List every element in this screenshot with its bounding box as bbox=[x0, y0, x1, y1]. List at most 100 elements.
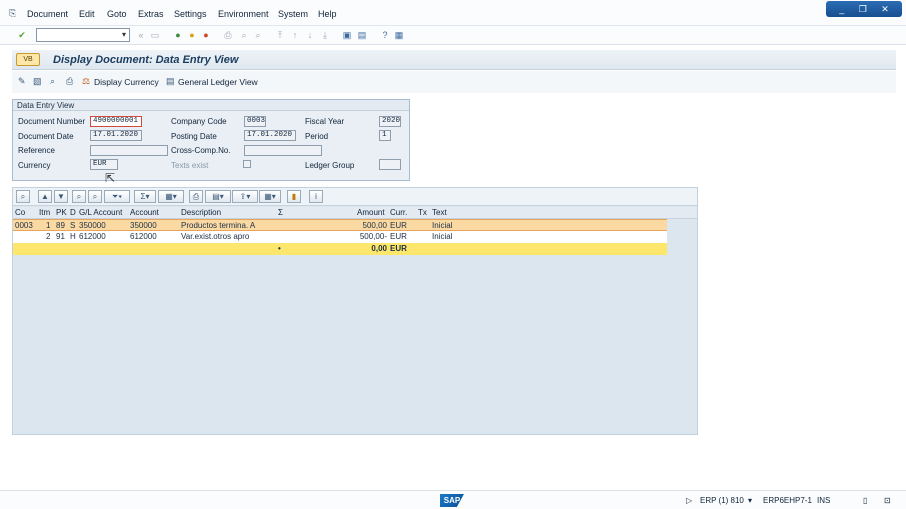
input-mode[interactable]: INS bbox=[817, 496, 830, 505]
document-number-label: Document Number bbox=[18, 117, 86, 126]
menu-extras[interactable]: Extras bbox=[138, 9, 164, 19]
currency-label: Currency bbox=[18, 161, 51, 170]
menu-goto[interactable]: Goto bbox=[107, 9, 127, 19]
sort-ascending-icon[interactable]: ▲ bbox=[38, 190, 52, 203]
details-icon[interactable]: ⌕ bbox=[16, 190, 30, 203]
posting-date-label: Posting Date bbox=[171, 132, 217, 141]
back-icon[interactable]: ● bbox=[172, 29, 184, 41]
texts-exist-checkbox[interactable] bbox=[243, 160, 251, 168]
layout-icon[interactable]: ▦ bbox=[393, 29, 405, 41]
cancel-icon[interactable]: ● bbox=[200, 29, 212, 41]
prev-page-icon[interactable]: ↑ bbox=[289, 29, 301, 41]
command-field[interactable]: ▾ bbox=[36, 28, 130, 42]
col-text[interactable]: Text bbox=[432, 208, 447, 217]
chevron-down-icon[interactable]: ▾ bbox=[122, 30, 126, 39]
currency-field[interactable]: EUR bbox=[90, 159, 118, 170]
col-gl-account[interactable]: G/L Account bbox=[79, 208, 122, 217]
print-grid-icon[interactable]: ⎙ bbox=[189, 190, 203, 203]
ledger-group-label: Ledger Group bbox=[305, 161, 355, 170]
col-description[interactable]: Description bbox=[181, 208, 221, 217]
graphic-icon[interactable]: ▮ bbox=[287, 190, 301, 203]
subtotal-icon[interactable]: ▦▾ bbox=[158, 190, 184, 203]
save-icon[interactable]: ▭ bbox=[149, 29, 161, 41]
ledger-group-field[interactable] bbox=[379, 159, 401, 170]
shortcut-icon[interactable]: ▤ bbox=[356, 29, 368, 41]
posting-date-field[interactable]: 17.01.2020 bbox=[244, 130, 296, 141]
status-bar: SAP ▷ ERP (1) 810 ▾ ERP6EHP7-1 INS ▯ ⊡ bbox=[0, 490, 906, 509]
play-icon[interactable]: ▷ bbox=[686, 496, 692, 505]
col-curr[interactable]: Curr. bbox=[390, 208, 407, 217]
document-type-icon[interactable]: VB bbox=[16, 53, 40, 66]
cross-comp-field[interactable] bbox=[244, 145, 322, 156]
print-icon[interactable]: ⎙ bbox=[222, 29, 234, 41]
menu-system[interactable]: System bbox=[278, 9, 308, 19]
chevron-down-icon[interactable]: ▾ bbox=[748, 496, 752, 505]
ledger-view-icon[interactable]: ▤ bbox=[166, 76, 175, 87]
col-tx[interactable]: Tx bbox=[418, 208, 427, 217]
views-icon[interactable]: ▤▾ bbox=[205, 190, 231, 203]
col-co[interactable]: Co bbox=[15, 208, 25, 217]
find-next-grid-icon[interactable]: ⌕ bbox=[88, 190, 102, 203]
enter-icon[interactable]: ✔ bbox=[16, 29, 28, 41]
document-date-field[interactable]: 17.01.2020 bbox=[90, 130, 142, 141]
panel-header: Data Entry View bbox=[13, 100, 409, 111]
col-sigma[interactable]: Σ bbox=[278, 208, 283, 217]
display-currency-icon[interactable]: ⚖ bbox=[82, 76, 90, 87]
sap-logo: SAP bbox=[440, 494, 464, 507]
find-icon[interactable]: ⌕ bbox=[238, 29, 250, 41]
system-info[interactable]: ERP (1) 810 bbox=[700, 496, 744, 505]
col-account[interactable]: Account bbox=[130, 208, 159, 217]
reference-field[interactable] bbox=[90, 145, 168, 156]
menu-edit[interactable]: Edit bbox=[79, 9, 95, 19]
restore-icon[interactable]: ❐ bbox=[859, 4, 867, 14]
close-icon[interactable]: ✕ bbox=[881, 4, 889, 14]
other-document-icon[interactable]: ▧ bbox=[33, 76, 42, 87]
period-field[interactable]: 1 bbox=[379, 130, 391, 141]
next-page-icon[interactable]: ↓ bbox=[304, 29, 316, 41]
print-doc-icon[interactable]: ⎙ bbox=[66, 76, 73, 87]
find-next-icon[interactable]: ⌕ bbox=[252, 29, 264, 41]
sum-icon[interactable]: Σ▾ bbox=[134, 190, 156, 203]
export-icon[interactable]: ⇪▾ bbox=[232, 190, 258, 203]
menu-bar: ⎘ Document Edit Goto Extras Settings Env… bbox=[0, 0, 906, 26]
system-menu-icon[interactable]: ⎘ bbox=[9, 8, 16, 19]
mouse-cursor-icon: ⇱ bbox=[105, 171, 116, 185]
new-session-icon[interactable]: ▣ bbox=[341, 29, 353, 41]
line-items-grid: ⌕ ▲ ▼ ⌕ ⌕ ⏷▾ Σ▾ ▦▾ ⎙ ▤▾ ⇪▾ ▦▾ ▮ i Co Itm… bbox=[12, 187, 698, 435]
texts-exist-label: Texts exist bbox=[171, 161, 209, 170]
window-controls: _ ❐ ✕ bbox=[826, 1, 902, 17]
fiscal-year-field[interactable]: 2020 bbox=[379, 116, 401, 127]
lock-icon[interactable]: ⊡ bbox=[884, 496, 891, 505]
menu-help[interactable]: Help bbox=[318, 9, 337, 19]
col-d[interactable]: D bbox=[70, 208, 76, 217]
page-title: Display Document: Data Entry View bbox=[53, 54, 239, 66]
layout-grid-icon[interactable]: ▦▾ bbox=[259, 190, 281, 203]
menu-document[interactable]: Document bbox=[27, 9, 68, 19]
company-code-field[interactable]: 0003 bbox=[244, 116, 266, 127]
server-name: ERP6EHP7-1 bbox=[763, 496, 812, 505]
history-icon[interactable]: « bbox=[135, 29, 147, 41]
col-amount[interactable]: Amount bbox=[357, 208, 385, 217]
menu-settings[interactable]: Settings bbox=[174, 9, 207, 19]
sort-descending-icon[interactable]: ▼ bbox=[54, 190, 68, 203]
minimize-icon[interactable]: _ bbox=[839, 4, 844, 14]
info-icon[interactable]: i bbox=[309, 190, 323, 203]
col-pk[interactable]: PK bbox=[56, 208, 67, 217]
document-number-field[interactable]: 4900000001 bbox=[90, 116, 142, 127]
col-itm[interactable]: Itm bbox=[39, 208, 50, 217]
table-row[interactable]: 2 91 H 612000 612000 Var.exist.otros apr… bbox=[13, 231, 667, 243]
select-icon[interactable]: ⌕ bbox=[50, 76, 55, 87]
filter-icon[interactable]: ⏷▾ bbox=[104, 190, 130, 203]
general-ledger-view-button[interactable]: General Ledger View bbox=[178, 77, 258, 87]
display-currency-button[interactable]: Display Currency bbox=[94, 77, 159, 87]
total-row[interactable]: • 0,00 EUR bbox=[13, 243, 667, 255]
menu-environment[interactable]: Environment bbox=[218, 9, 269, 19]
table-row[interactable]: 0003 1 89 S 350000 350000 Productos term… bbox=[13, 219, 667, 231]
help-icon[interactable]: ? bbox=[379, 29, 391, 41]
find-grid-icon[interactable]: ⌕ bbox=[72, 190, 86, 203]
exit-icon[interactable]: ● bbox=[186, 29, 198, 41]
change-mode-icon[interactable]: ✎ bbox=[18, 76, 26, 87]
last-page-icon[interactable]: ⤓ bbox=[319, 29, 331, 41]
first-page-icon[interactable]: ⤒ bbox=[274, 29, 286, 41]
reference-label: Reference bbox=[18, 146, 55, 155]
